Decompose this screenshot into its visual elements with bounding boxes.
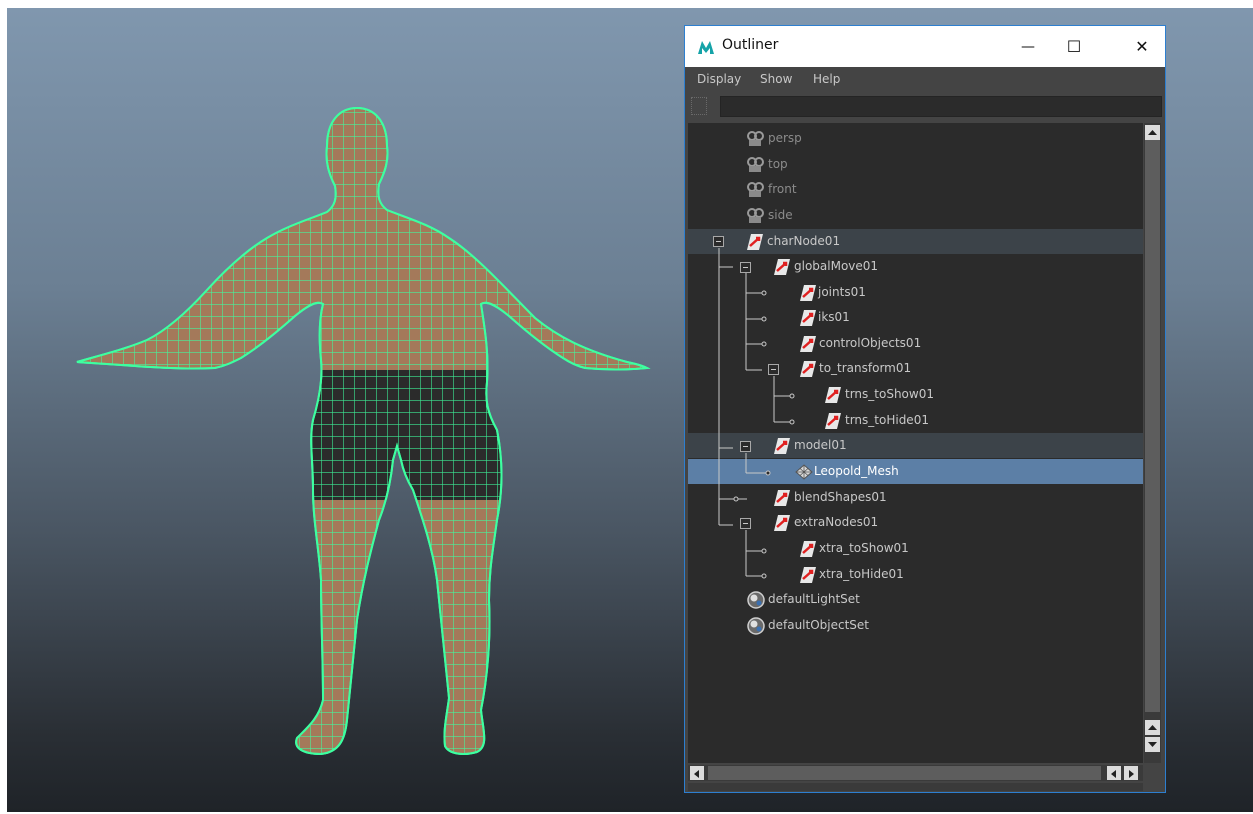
scroll-up-arrow-icon[interactable]: [1145, 125, 1160, 140]
tree-item-xtra-tohide01[interactable]: xtra_toHide01: [688, 562, 1143, 587]
scroll-down-arrow-icon[interactable]: [1145, 737, 1160, 752]
camera-icon: [747, 131, 764, 146]
transform-icon: [800, 567, 816, 583]
scroll-left-arrow-icon[interactable]: [1107, 766, 1121, 780]
tree-item-model01[interactable]: model01: [688, 433, 1143, 458]
tree-label: side: [768, 208, 793, 222]
scroll-left-arrow-icon[interactable]: [690, 766, 704, 780]
transform-icon: [747, 234, 763, 250]
transform-icon: [800, 541, 816, 557]
tree-label: persp: [768, 131, 802, 145]
outliner-tree[interactable]: persp top front side charNode01 globalMo…: [688, 123, 1143, 763]
tree-item-side[interactable]: side: [688, 203, 1143, 228]
set-icon: [747, 617, 765, 635]
tree-item-iks01[interactable]: iks01: [688, 305, 1143, 330]
tree-label: extraNodes01: [794, 515, 879, 529]
menu-show[interactable]: Show: [760, 72, 792, 86]
tree-item-blendshapes01[interactable]: blendShapes01: [688, 485, 1143, 510]
close-button[interactable]: ✕: [1119, 26, 1165, 67]
resize-grip[interactable]: [688, 783, 1143, 791]
tree-label: Leopold_Mesh: [814, 464, 899, 478]
tree-label: to_transform01: [819, 361, 912, 375]
transform-icon: [800, 361, 816, 377]
tree-item-controlobjects01[interactable]: controlObjects01: [688, 331, 1143, 356]
tree-item-top[interactable]: top: [688, 152, 1143, 177]
outliner-window: Outliner — ☐ ✕ Display Show Help persp t…: [684, 25, 1166, 793]
scroll-right-arrow-icon[interactable]: [1124, 766, 1138, 780]
maya-app-icon: [697, 38, 715, 56]
tree-item-globalmove01[interactable]: globalMove01: [688, 254, 1143, 279]
tree-item-leopold-mesh[interactable]: Leopold_Mesh: [688, 459, 1143, 484]
tree-label: top: [768, 157, 788, 171]
vertical-scrollbar[interactable]: [1144, 123, 1161, 763]
horizontal-scroll-thumb[interactable]: [708, 766, 1101, 780]
tree-item-trns-toshow01[interactable]: trns_toShow01: [688, 382, 1143, 407]
tree-label: xtra_toHide01: [819, 567, 904, 581]
tree-item-defaultobjectset[interactable]: defaultObjectSet: [688, 613, 1143, 638]
character-wireframe-mesh[interactable]: [57, 100, 657, 770]
transform-icon: [774, 259, 790, 275]
transform-icon: [774, 438, 790, 454]
close-icon: ✕: [1135, 37, 1149, 56]
maximize-icon: ☐: [1066, 37, 1082, 56]
transform-icon: [800, 336, 816, 352]
tree-label: charNode01: [767, 234, 841, 248]
tree-label: model01: [794, 438, 847, 452]
tree-item-persp[interactable]: persp: [688, 126, 1143, 151]
transform-icon: [774, 515, 790, 531]
tree-item-xtra-toshow01[interactable]: xtra_toShow01: [688, 536, 1143, 561]
maximize-button[interactable]: ☐: [1051, 26, 1097, 67]
tree-label: defaultLightSet: [768, 592, 860, 606]
camera-icon: [747, 182, 764, 197]
tree-label: trns_toShow01: [845, 387, 934, 401]
minimize-button[interactable]: —: [1005, 26, 1051, 67]
camera-icon: [747, 157, 764, 172]
vertical-scroll-thumb[interactable]: [1145, 140, 1160, 712]
transform-icon: [800, 310, 816, 326]
minimize-icon: —: [1021, 38, 1035, 55]
filter-bar: [685, 93, 1165, 121]
camera-icon: [747, 208, 764, 223]
tree-label: xtra_toShow01: [819, 541, 909, 555]
transform-icon: [800, 285, 816, 301]
tree-item-trns-tohide01[interactable]: trns_toHide01: [688, 408, 1143, 433]
tree-item-defaultlightset[interactable]: defaultLightSet: [688, 587, 1143, 612]
tree-label: joints01: [818, 285, 866, 299]
mesh-icon: [795, 464, 813, 480]
tree-label: trns_toHide01: [845, 413, 929, 427]
transform-icon: [774, 490, 790, 506]
menu-help[interactable]: Help: [813, 72, 840, 86]
scroll-up-arrow-icon[interactable]: [1145, 720, 1160, 735]
search-filter-input[interactable]: [720, 96, 1162, 117]
tree-item-charnode01[interactable]: charNode01: [688, 229, 1143, 254]
tree-label: defaultObjectSet: [768, 618, 870, 632]
tree-label: globalMove01: [794, 259, 879, 273]
transform-icon: [825, 387, 841, 403]
tree-label: controlObjects01: [819, 336, 922, 350]
menu-display[interactable]: Display: [697, 72, 741, 86]
tree-label: iks01: [818, 310, 850, 324]
title-bar[interactable]: Outliner — ☐ ✕: [685, 26, 1165, 67]
transform-icon: [825, 413, 841, 429]
filter-options-icon[interactable]: [691, 97, 707, 115]
tree-item-joints01[interactable]: joints01: [688, 280, 1143, 305]
horizontal-scrollbar[interactable]: [688, 765, 1143, 781]
window-title: Outliner: [722, 37, 779, 53]
tree-label: blendShapes01: [794, 490, 887, 504]
menu-bar: Display Show Help: [685, 67, 1165, 93]
tree-item-to-transform01[interactable]: to_transform01: [688, 356, 1143, 381]
tree-label: front: [768, 182, 797, 196]
set-icon: [747, 591, 765, 609]
tree-item-front[interactable]: front: [688, 177, 1143, 202]
tree-item-extranodes01[interactable]: extraNodes01: [688, 510, 1143, 535]
